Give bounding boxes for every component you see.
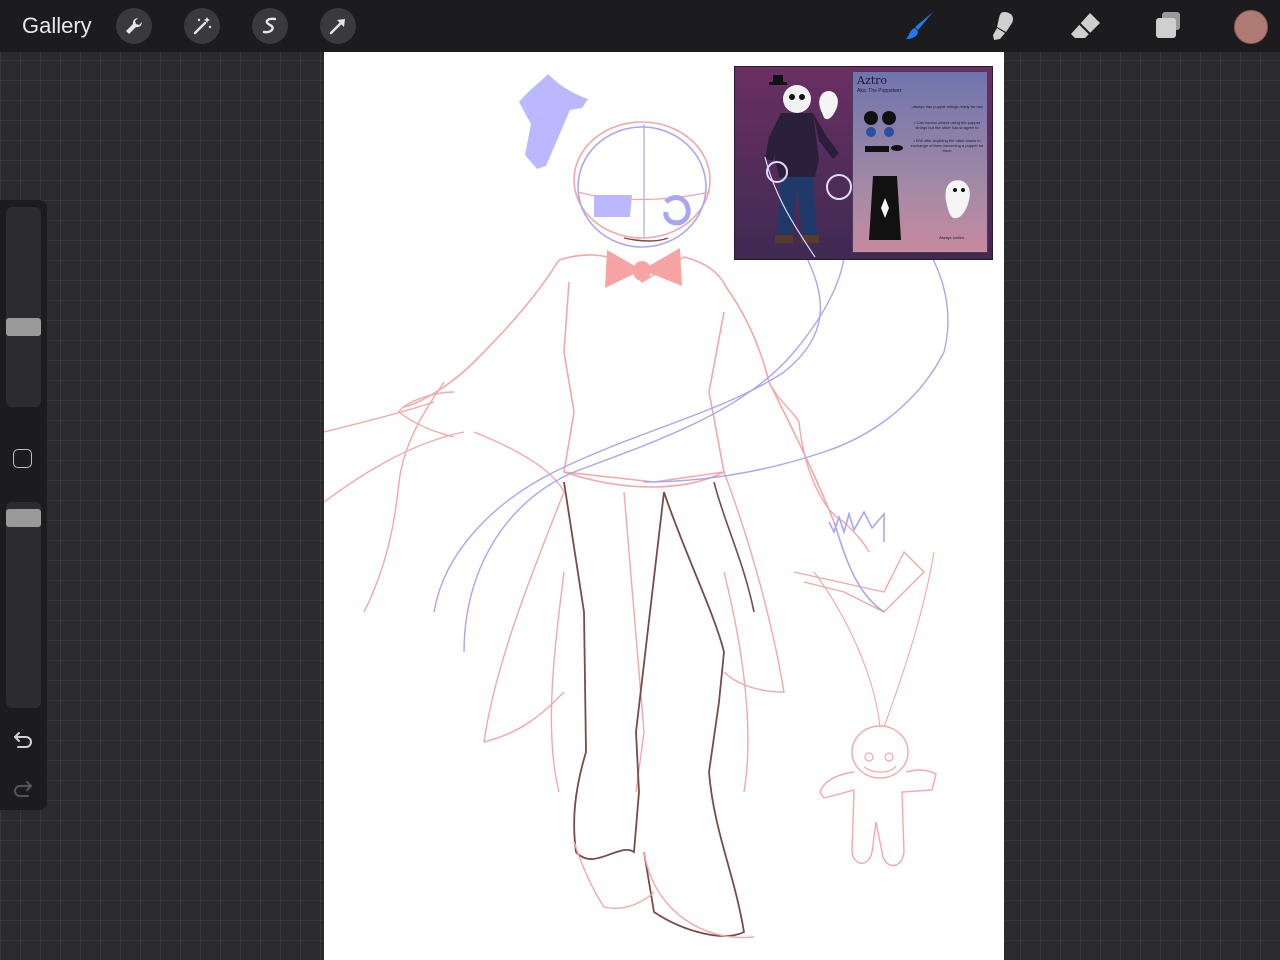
gallery-button[interactable]: Gallery xyxy=(22,13,92,39)
magic-wand-icon[interactable] xyxy=(184,8,220,44)
undo-icon[interactable] xyxy=(11,727,35,751)
brush-icon[interactable] xyxy=(900,8,940,44)
wrench-icon[interactable] xyxy=(116,8,152,44)
character-figure xyxy=(764,75,852,258)
drawing-canvas[interactable]: Aztro Aka: The Puppeteer -always has pup… xyxy=(324,52,1004,960)
redo-icon[interactable] xyxy=(11,776,35,800)
brush-size-handle[interactable] xyxy=(6,318,41,336)
color-picker-swatch[interactable] xyxy=(1234,10,1268,44)
top-toolbar: Gallery xyxy=(0,0,1280,52)
reference-sketches xyxy=(864,111,970,240)
opacity-handle[interactable] xyxy=(6,509,41,527)
modify-square-icon[interactable] xyxy=(13,449,32,468)
opacity-slider[interactable] xyxy=(6,502,41,708)
transform-arrow-icon[interactable] xyxy=(320,8,356,44)
eraser-icon[interactable] xyxy=(1066,8,1106,44)
reference-image[interactable]: Aztro Aka: The Puppeteer -always has pup… xyxy=(734,66,993,260)
smudge-icon[interactable] xyxy=(982,8,1022,44)
left-sidebar xyxy=(0,200,47,810)
reference-info-panel: Aztro Aka: The Puppeteer -always has pup… xyxy=(852,71,988,253)
brush-size-slider[interactable] xyxy=(6,207,41,407)
reference-caption: Always smiles xyxy=(939,235,965,240)
selection-icon[interactable] xyxy=(252,8,288,44)
layers-icon[interactable] xyxy=(1148,8,1188,44)
